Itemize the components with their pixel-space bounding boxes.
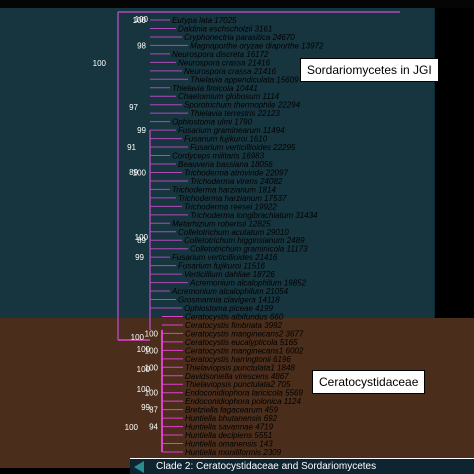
node-support-value: 100 <box>137 365 151 374</box>
support-value: 94 <box>149 423 158 432</box>
ceratocystidaceae-label: Ceratocystidaceae <box>312 370 426 394</box>
node-support-value: 99 <box>141 403 150 412</box>
node-support-value: 100 <box>131 333 145 342</box>
sordariomycetes-label: Sordariomycetes in JGI <box>300 58 439 82</box>
support-value: 98 <box>137 41 146 50</box>
figure-caption: Clade 2: Ceratocystidaceae and Sordariom… <box>130 458 474 474</box>
node-support-value: 100 <box>137 385 151 394</box>
caption-arrow-icon <box>134 461 144 473</box>
support-value: 99 <box>137 126 146 135</box>
node-support-value: 100 <box>135 15 149 24</box>
node-support-value: 100 <box>93 59 107 68</box>
support-value: 100 <box>145 329 159 338</box>
node-support-value: 97 <box>129 103 138 112</box>
phylogenetic-tree-figure: Eutypa lata 17025 100 Daldinia eschscholzi… <box>0 0 474 474</box>
taxon-label: Huntiella moniliformis 2309 <box>185 448 282 457</box>
node-support-value: 100 <box>135 233 149 242</box>
node-support-value: 91 <box>127 143 136 152</box>
node-support-value: 99 <box>135 253 144 262</box>
node-support-value: 89 <box>129 168 138 177</box>
support-value: 87 <box>149 406 158 415</box>
node-support-value: 100 <box>125 423 139 432</box>
node-support-value: 100 <box>137 345 151 354</box>
